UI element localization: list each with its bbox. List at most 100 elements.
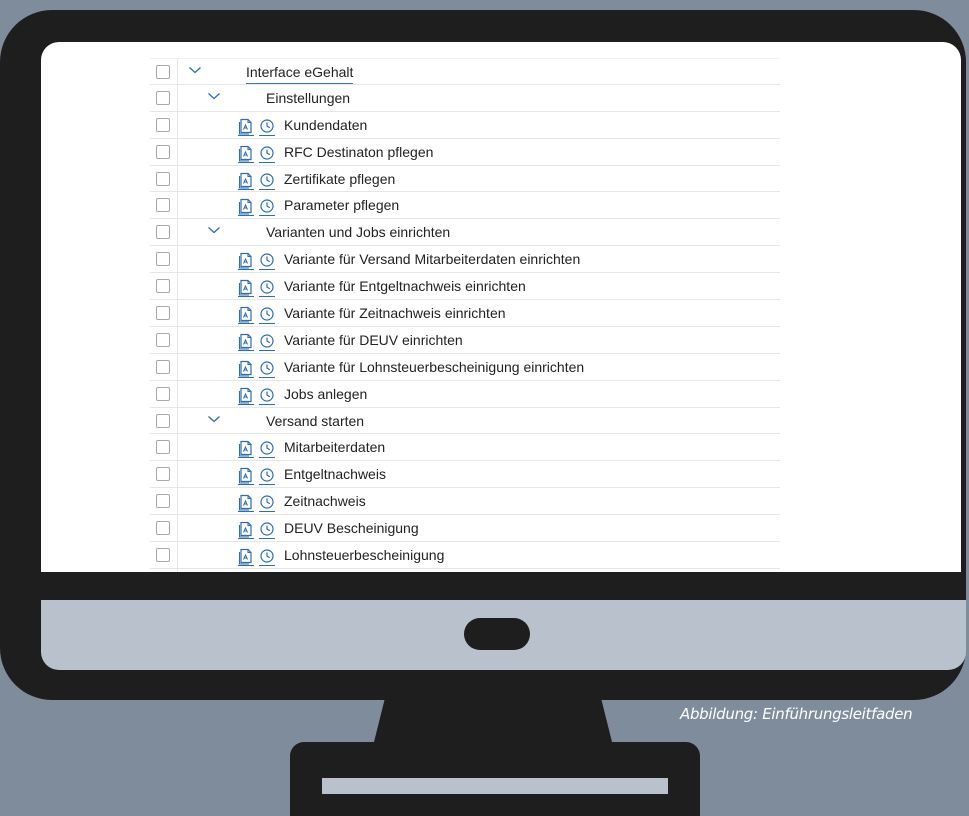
row-select-checkbox[interactable] <box>156 252 170 267</box>
chevron-down-icon[interactable] <box>207 414 221 426</box>
row-select-checkbox[interactable] <box>156 90 170 105</box>
clock-status-icon[interactable] <box>259 520 275 540</box>
documentation-icon[interactable] <box>238 520 254 540</box>
tree-activity-label-text: Variante für Lohnsteuerbescheinigung ein… <box>284 358 585 375</box>
clock-status-icon[interactable] <box>259 386 275 405</box>
tree-activity-row[interactable]: Entgeltnachweis <box>150 461 780 489</box>
tree-activity-row[interactable]: Kundendaten <box>150 111 780 139</box>
tree-activity-label[interactable]: Variante für Versand Mitarbeiterdaten ei… <box>284 251 580 267</box>
chevron-down-icon[interactable] <box>207 91 221 103</box>
tree-activity-row[interactable]: Zertifikate pflegen <box>150 165 780 193</box>
clock-status-icon[interactable] <box>259 305 275 325</box>
chevron-down-icon[interactable] <box>188 65 202 77</box>
tree-activity-label-text: Jobs anlegen <box>284 385 368 402</box>
documentation-icon[interactable] <box>238 332 254 351</box>
documentation-icon[interactable] <box>238 144 254 163</box>
tree-activity-row[interactable]: Variante für Lohnsteuerbescheinigung ein… <box>150 353 780 381</box>
tree-activity-label[interactable]: Zeitnachweis <box>284 493 366 509</box>
documentation-icon[interactable] <box>238 251 254 271</box>
clock-status-icon[interactable] <box>259 439 275 459</box>
tree-activity-label-text: RFC Destinaton pflegen <box>284 143 434 160</box>
clock-status-icon[interactable] <box>259 493 275 513</box>
tree-node-row[interactable]: Varianten und Jobs einrichten <box>150 219 780 247</box>
tree-activity-label[interactable]: Jobs anlegen <box>284 386 367 402</box>
row-select-checkbox[interactable] <box>156 494 170 509</box>
clock-status-icon[interactable] <box>259 332 275 351</box>
tree-activity-label-text: Parameter pflegen <box>284 197 400 214</box>
row-select-checkbox[interactable] <box>156 413 170 428</box>
activity-icons <box>238 171 275 190</box>
documentation-icon[interactable] <box>238 197 254 217</box>
row-select-checkbox[interactable] <box>156 386 170 401</box>
documentation-icon[interactable] <box>238 117 254 136</box>
tree-node-row[interactable]: Versand starten <box>150 407 780 435</box>
documentation-icon[interactable] <box>238 466 254 486</box>
documentation-icon[interactable] <box>238 547 254 567</box>
clock-status-icon[interactable] <box>259 278 275 298</box>
documentation-icon[interactable] <box>238 439 254 459</box>
clock-status-icon[interactable] <box>259 171 275 190</box>
activity-icons <box>238 520 275 540</box>
tree-node-row[interactable]: Interface eGehalt <box>150 58 780 85</box>
clock-status-icon[interactable] <box>259 251 275 271</box>
row-select-checkbox[interactable] <box>156 467 170 482</box>
tree-activity-label[interactable]: Variante für DEUV einrichten <box>284 332 463 348</box>
tree-activity-label[interactable]: Parameter pflegen <box>284 197 399 213</box>
tree-activity-row[interactable]: DEUV Bescheinigung <box>150 515 780 543</box>
documentation-icon[interactable] <box>238 386 254 405</box>
tree-activity-row[interactable]: Zeitnachweis <box>150 488 780 516</box>
tree-activity-label[interactable]: Entgeltnachweis <box>284 466 386 482</box>
tree-activity-label[interactable]: Mitarbeiterdaten <box>284 439 385 455</box>
row-select-checkbox[interactable] <box>156 359 170 374</box>
row-select-checkbox[interactable] <box>156 198 170 213</box>
tree-activity-label[interactable]: DEUV Bescheinigung <box>284 520 419 536</box>
tree-activity-row[interactable]: Variante für DEUV einrichten <box>150 326 780 354</box>
documentation-icon[interactable] <box>238 493 254 513</box>
tree-activity-row[interactable]: RFC Destinaton pflegen <box>150 138 780 166</box>
row-selector-cell <box>150 59 178 85</box>
tree-activity-row[interactable]: Variante für Versand Mitarbeiterdaten ei… <box>150 246 780 274</box>
row-select-checkbox[interactable] <box>156 225 170 240</box>
row-select-checkbox[interactable] <box>156 306 170 321</box>
tree-activity-label[interactable]: Variante für Lohnsteuerbescheinigung ein… <box>284 359 584 375</box>
tree-activity-label[interactable]: Variante für Zeitnachweis einrichten <box>284 305 506 321</box>
clock-status-icon[interactable] <box>259 466 275 486</box>
row-select-checkbox[interactable] <box>156 332 170 347</box>
tree-activity-label[interactable]: RFC Destinaton pflegen <box>284 144 433 160</box>
tree-activity-label[interactable]: Lohnsteuerbescheinigung <box>284 547 444 563</box>
row-selector-cell <box>150 461 178 489</box>
clock-status-icon[interactable] <box>259 359 275 378</box>
clock-status-icon[interactable] <box>259 117 275 136</box>
documentation-icon[interactable] <box>238 305 254 325</box>
clock-status-icon[interactable] <box>259 144 275 163</box>
tree-node-row[interactable]: Einstellungen <box>150 84 780 112</box>
row-select-checkbox[interactable] <box>156 279 170 294</box>
tree-activity-row[interactable]: Parameter pflegen <box>150 192 780 220</box>
tree-root-label: Interface eGehalt <box>246 64 354 84</box>
tree-activity-row[interactable]: Jobs anlegen <box>150 380 780 408</box>
row-selector-cell <box>150 380 178 408</box>
tree-activity-row[interactable]: Variante für Zeitnachweis einrichten <box>150 300 780 327</box>
row-select-checkbox[interactable] <box>156 65 170 79</box>
clock-status-icon[interactable] <box>259 547 275 567</box>
tree-activity-label[interactable]: Kundendaten <box>284 117 367 133</box>
tree-activity-label-text: Entgeltnachweis <box>284 466 386 483</box>
tree-activity-label-text: Variante für Versand Mitarbeiterdaten ei… <box>284 251 581 268</box>
row-select-checkbox[interactable] <box>156 521 170 536</box>
clock-status-icon[interactable] <box>259 197 275 217</box>
documentation-icon[interactable] <box>238 171 254 190</box>
row-selector-cell <box>150 165 178 193</box>
row-select-checkbox[interactable] <box>156 144 170 159</box>
row-select-checkbox[interactable] <box>156 440 170 455</box>
tree-activity-row[interactable]: Mitarbeiterdaten <box>150 434 780 462</box>
tree-activity-row[interactable]: Lohnsteuerbescheinigung <box>150 542 780 569</box>
documentation-icon[interactable] <box>238 359 254 378</box>
tree-activity-label[interactable]: Zertifikate pflegen <box>284 171 395 187</box>
tree-activity-row[interactable]: Variante für Entgeltnachweis einrichten <box>150 273 780 301</box>
tree-activity-label[interactable]: Variante für Entgeltnachweis einrichten <box>284 278 526 294</box>
row-select-checkbox[interactable] <box>156 171 170 186</box>
row-select-checkbox[interactable] <box>156 117 170 132</box>
row-select-checkbox[interactable] <box>156 548 170 563</box>
documentation-icon[interactable] <box>238 278 254 298</box>
chevron-down-icon[interactable] <box>207 225 221 237</box>
